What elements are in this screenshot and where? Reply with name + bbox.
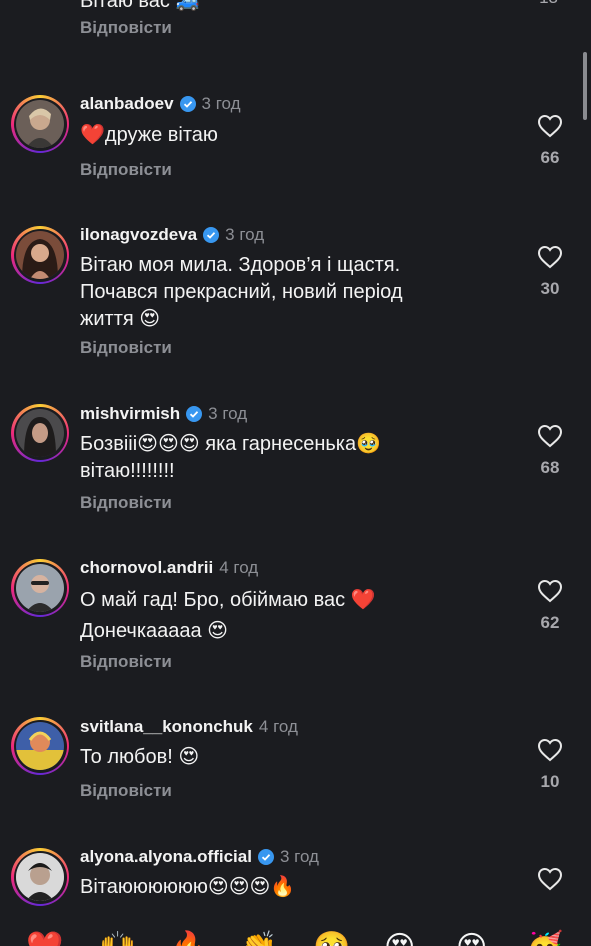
avatar-image xyxy=(24,417,56,457)
reply-button[interactable]: Відповісти xyxy=(80,160,172,180)
timestamp: 3 год xyxy=(279,847,319,866)
emoji-clap[interactable]: 👏 xyxy=(240,928,277,946)
comment-meta: alanbadoev 3 год xyxy=(80,94,241,114)
comment-text: О май гад! Бро, обіймаю вас ❤️ Донечкаaa… xyxy=(80,589,376,642)
emoji-party[interactable]: 🥳 xyxy=(526,928,563,946)
username[interactable]: ilonagvozdeva xyxy=(80,225,197,245)
like-count: 66 xyxy=(540,148,560,167)
emoji-reaction-bar: ❤️ 🙌 🔥 👏 🥹 😍 😍 🥳 xyxy=(0,928,591,946)
heart-icon[interactable] xyxy=(537,424,563,448)
reply-button[interactable]: Відповісти xyxy=(80,338,172,358)
emoji-heart-eyes-2[interactable]: 😍 xyxy=(456,928,487,946)
emoji-heart[interactable]: ❤️ xyxy=(26,928,63,946)
like-count: 62 xyxy=(540,613,560,632)
avatar-story-ring[interactable] xyxy=(11,226,69,284)
comment-meta: alyona.alyona.official 3 год xyxy=(80,847,319,867)
like-control: 66 xyxy=(530,114,570,168)
scrollbar[interactable] xyxy=(583,52,587,120)
emoji-fire[interactable]: 🔥 xyxy=(170,928,207,946)
timestamp: 4 год xyxy=(258,717,298,736)
avatar[interactable] xyxy=(16,564,64,612)
timestamp: 3 год xyxy=(225,225,265,244)
like-control xyxy=(530,867,570,891)
heart-icon[interactable] xyxy=(537,867,563,891)
avatar[interactable] xyxy=(16,231,64,279)
like-control: 62 xyxy=(530,579,570,633)
comment-text: Вітаю вас 🚙 xyxy=(80,0,201,12)
emoji-raised-hands[interactable]: 🙌 xyxy=(99,928,136,946)
emoji-pleading[interactable]: 🥹 xyxy=(313,928,350,946)
comment-text: Вітаюююююю😍😍😍🔥 xyxy=(80,876,296,898)
verified-badge-icon xyxy=(203,227,220,243)
username[interactable]: mishvirmish xyxy=(80,404,180,424)
like-control: 68 xyxy=(530,424,570,478)
reply-button[interactable]: Відповісти xyxy=(80,781,172,801)
comment-text: ❤️друже вітаю xyxy=(80,122,218,146)
verified-badge-icon xyxy=(186,406,203,422)
avatar[interactable] xyxy=(16,409,64,457)
comment-meta: svitlana__kononchuk 4 год xyxy=(80,717,298,737)
avatar-story-ring[interactable] xyxy=(11,848,69,906)
avatar-story-ring[interactable] xyxy=(11,717,69,775)
avatar-image xyxy=(26,575,54,612)
timestamp: 3 год xyxy=(201,94,241,113)
heart-icon[interactable] xyxy=(537,245,563,269)
like-control: 10 xyxy=(530,738,570,792)
heart-icon[interactable] xyxy=(537,738,563,762)
comment-meta: chornovol.andrii 4 год xyxy=(80,558,258,578)
avatar-image xyxy=(16,731,64,770)
reply-button[interactable]: Відповісти xyxy=(80,652,172,672)
avatar-story-ring[interactable] xyxy=(11,404,69,462)
timestamp: 4 год xyxy=(219,558,259,577)
heart-icon[interactable] xyxy=(537,579,563,603)
avatar-image xyxy=(16,853,64,901)
avatar[interactable] xyxy=(16,722,64,770)
avatar[interactable] xyxy=(16,100,64,148)
verified-badge-icon xyxy=(257,849,274,865)
reply-button[interactable]: Відповісти xyxy=(80,18,172,38)
previous-comment-partial: Вітаю вас 🚙 Відповісти 13 xyxy=(80,0,580,48)
like-count: 13 xyxy=(539,0,558,8)
comment-text: То любов! 😍 xyxy=(80,746,200,768)
comment-text: Бозвііі😍😍😍 яка гарнесенька🥹 вітаю!!!!!!!… xyxy=(80,433,382,482)
comment-meta: mishvirmish 3 год xyxy=(80,404,247,424)
username[interactable]: alanbadoev xyxy=(80,94,174,114)
like-count: 10 xyxy=(540,772,560,791)
like-count: 30 xyxy=(540,279,560,298)
username[interactable]: svitlana__kononchuk xyxy=(80,717,253,737)
comment-meta: ilonagvozdeva 3 год xyxy=(80,225,264,245)
avatar-story-ring[interactable] xyxy=(11,559,69,617)
comment-text: Вітаю моя мила. Здоров’я і щастя. Почавс… xyxy=(80,254,403,330)
avatar-image xyxy=(26,108,54,148)
avatar[interactable] xyxy=(16,853,64,901)
emoji-heart-eyes[interactable]: 😍 xyxy=(384,928,415,946)
like-count: 68 xyxy=(540,458,560,477)
reply-button[interactable]: Відповісти xyxy=(80,493,172,513)
verified-badge-icon xyxy=(179,96,196,112)
avatar-story-ring[interactable] xyxy=(11,95,69,153)
username[interactable]: alyona.alyona.official xyxy=(80,847,252,867)
timestamp: 3 год xyxy=(208,404,248,423)
like-control: 30 xyxy=(530,245,570,299)
username[interactable]: chornovol.andrii xyxy=(80,558,213,578)
avatar-image xyxy=(22,239,58,279)
heart-icon[interactable] xyxy=(537,114,563,138)
